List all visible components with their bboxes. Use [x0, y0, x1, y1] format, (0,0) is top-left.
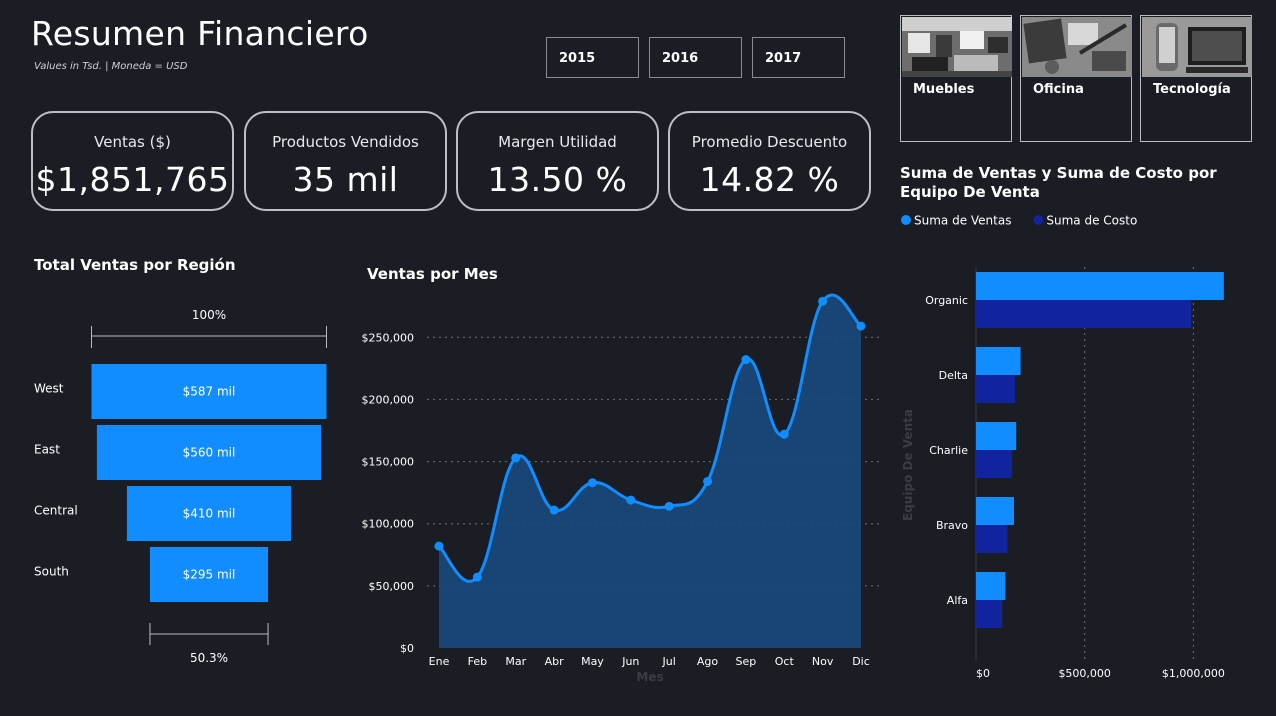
funnel-category-label: West [34, 382, 64, 396]
category-tile-tecnologia[interactable]: Tecnología [1140, 15, 1252, 142]
area-y-tick-label: $200,000 [362, 393, 415, 406]
bar [976, 600, 1003, 628]
kpi-card-productos: Productos Vendidos 35 mil [244, 111, 447, 211]
funnel-category-label: Central [34, 504, 78, 518]
area-point [703, 476, 713, 486]
funnel-category-label: East [34, 443, 60, 457]
page-subtitle: Values in Tsd. | Moneda = USD [34, 61, 188, 72]
page-title: Resumen Financiero [31, 14, 369, 53]
category-label: Muebles [913, 82, 975, 97]
area-x-tick-label: Sep [736, 655, 757, 668]
funnel-category-label: South [34, 565, 69, 579]
kpi-card-descuento: Promedio Descuento 14.82 % [668, 111, 871, 211]
bar [976, 422, 1017, 450]
area-point [779, 429, 789, 439]
area-x-tick-label: Oct [775, 655, 795, 668]
funnel-bottom-label: 50.3% [190, 651, 228, 665]
area-y-tick-label: $0 [400, 642, 414, 655]
area-y-tick-label: $150,000 [362, 456, 415, 469]
area-point [856, 321, 866, 331]
area-point [587, 478, 597, 488]
kpi-card-ventas: Ventas ($) $1,851,765 [31, 111, 234, 211]
kpi-label: Margen Utilidad [498, 133, 617, 151]
bar [976, 272, 1224, 300]
kpi-value: 14.82 % [699, 160, 840, 199]
area-x-tick-label: Nov [812, 655, 834, 668]
kpi-value: $1,851,765 [35, 160, 230, 199]
legend-label: Suma de Ventas [914, 214, 1011, 228]
bar-chart-title: Suma de Ventas y Suma de Costo por Equip… [900, 164, 1217, 201]
office-supplies-photo-icon [1022, 17, 1132, 77]
legend-marker [901, 215, 911, 225]
area-point [434, 541, 444, 551]
category-label: Tecnología [1153, 82, 1231, 97]
category-tile-muebles[interactable]: Muebles [900, 15, 1012, 142]
bar-x-tick-label: $0 [976, 667, 990, 680]
legend-marker [1033, 215, 1044, 225]
area-x-tick-label: Ago [697, 655, 719, 668]
funnel-value-label: $587 mil [183, 385, 236, 399]
bar [976, 347, 1021, 375]
bar-x-tick-label: $500,000 [1058, 667, 1111, 680]
area-y-tick-label: $250,000 [362, 331, 415, 344]
area-point [818, 296, 828, 306]
area-point [511, 453, 521, 463]
legend-label: Suma de Costo [1046, 214, 1137, 228]
area-x-tick-label: Dic [852, 655, 870, 668]
funnel-value-label: $295 mil [183, 568, 236, 582]
area-x-tick-label: Ene [429, 655, 450, 668]
bar [976, 525, 1008, 553]
bar-category-label: Delta [939, 369, 968, 382]
area-y-tick-label: $50,000 [369, 580, 415, 593]
bar-category-label: Alfa [947, 594, 968, 607]
bar [976, 375, 1016, 403]
funnel-value-label: $410 mil [183, 507, 236, 521]
kpi-value: 13.50 % [487, 160, 628, 199]
area-x-tick-label: Jun [621, 655, 639, 668]
year-button-2015[interactable]: 2015 [546, 37, 639, 78]
funnel-value-label: $560 mil [183, 446, 236, 460]
kpi-label: Productos Vendidos [272, 133, 419, 151]
year-button-2017[interactable]: 2017 [752, 37, 845, 78]
kpi-card-margen: Margen Utilidad 13.50 % [456, 111, 659, 211]
bar-category-label: Organic [925, 294, 968, 307]
furniture-photo-icon [902, 17, 1012, 77]
area-point [472, 572, 482, 582]
technology-photo-icon [1142, 17, 1252, 77]
area-point [549, 505, 559, 515]
area-x-tick-label: Jul [662, 655, 676, 668]
area-x-tick-label: Feb [468, 655, 487, 668]
area-point [626, 495, 636, 505]
funnel-top-label: 100% [192, 308, 226, 322]
bar [976, 572, 1006, 600]
funnel-chart-title: Total Ventas por Región [34, 256, 236, 274]
year-button-2016[interactable]: 2016 [649, 37, 742, 78]
bar-y-axis-label: Equipo De Venta [901, 409, 915, 521]
bar [976, 450, 1012, 478]
bar-category-label: Charlie [929, 444, 968, 457]
kpi-label: Ventas ($) [94, 133, 171, 151]
area-x-tick-label: May [581, 655, 604, 668]
area-x-tick-label: Mar [505, 655, 526, 668]
kpi-label: Promedio Descuento [691, 133, 848, 151]
category-tile-oficina[interactable]: Oficina [1020, 15, 1132, 142]
area-point [664, 501, 674, 511]
kpi-value: 35 mil [292, 160, 399, 199]
bar-chart: Suma de Ventas Suma de Costo $0 $500,000 $1,… [901, 214, 1225, 680]
area-x-axis-label: Mes [636, 670, 663, 684]
bar-x-tick-label: $1,000,000 [1162, 667, 1225, 680]
bar-category-label: Bravo [936, 519, 968, 532]
area-x-tick-label: Abr [545, 655, 565, 668]
area-y-tick-label: $100,000 [362, 518, 415, 531]
area-point [741, 355, 751, 365]
bar [976, 300, 1192, 328]
category-label: Oficina [1033, 82, 1084, 97]
bar [976, 497, 1015, 525]
area-chart: $0 $50,000 $100,000 $150,000 $200,000 $250,00… [362, 293, 879, 684]
area-fill [439, 295, 861, 648]
funnel-chart: 100% $587 mil West $560 mil East $410 mil Cent… [34, 308, 327, 665]
